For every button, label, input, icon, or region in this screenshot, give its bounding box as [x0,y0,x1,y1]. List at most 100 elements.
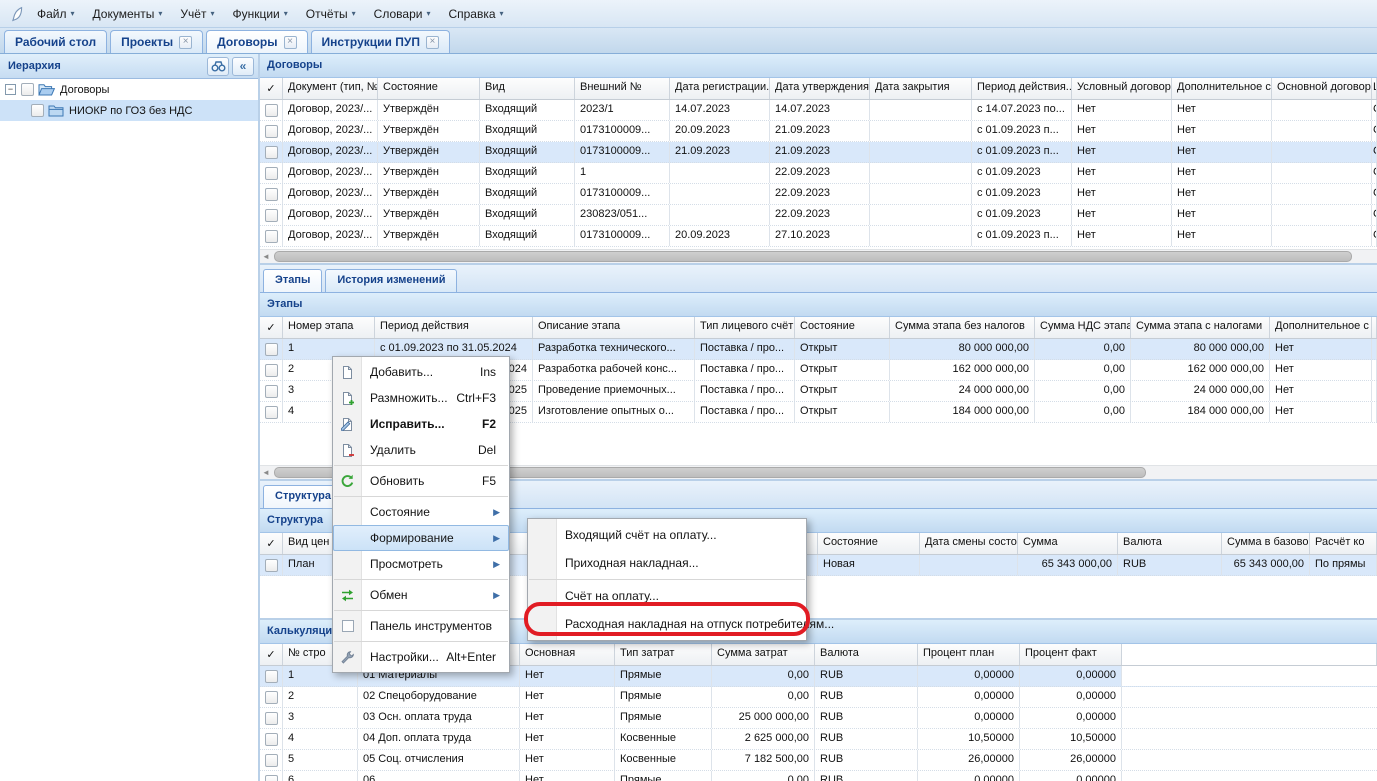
scroll-thumb[interactable] [274,251,1352,262]
column-header[interactable]: Тип лицевого счёт [695,317,795,338]
menu-item-state[interactable]: Состояние▶ [333,499,509,525]
menu-item-view[interactable]: Просмотреть▶ [333,551,509,577]
table-row[interactable]: 303 Осн. оплата трудаНетПрямые25 000 000… [260,708,1377,729]
column-header[interactable]: Внешний № [575,78,670,99]
column-header[interactable]: Сумма этапа с налогами [1131,317,1270,338]
column-header[interactable]: Дата закрытия [870,78,972,99]
column-header[interactable]: Сумма затрат [712,644,815,665]
menubar-item[interactable]: Словари▾ [365,3,440,25]
menu-item-toolbar-panel[interactable]: Панель инструментов [333,613,509,639]
column-header[interactable]: Сумма НДС этапа [1035,317,1131,338]
table-row[interactable]: Договор, 2023/...УтверждёнВходящий122.09… [260,163,1377,184]
section-tab[interactable]: Этапы [263,269,322,292]
table-row[interactable]: 202 СпецоборудованиеНетПрямые0,00RUB0,00… [260,687,1377,708]
menu-item-refresh[interactable]: ОбновитьF5 [333,468,509,494]
table-row[interactable]: Договор, 2023/...УтверждёнВходящий017310… [260,184,1377,205]
column-header[interactable]: Основная [520,644,615,665]
quill-app-icon[interactable] [6,6,28,22]
row-checkbox[interactable] [265,733,278,746]
column-header[interactable]: Вид [480,78,575,99]
column-header[interactable]: Валюта [815,644,918,665]
row-checkbox[interactable] [265,775,278,781]
table-row[interactable]: 404 Доп. оплата трудаНетКосвенные2 625 0… [260,729,1377,750]
column-header[interactable]: Документ (тип, № [283,78,378,99]
menu-item-delete[interactable]: УдалитьDel [333,437,509,463]
column-header[interactable]: Состояние [818,533,920,554]
close-tab-icon[interactable]: × [426,36,439,49]
tree-node[interactable]: −Договоры [0,79,258,100]
column-header[interactable]: Описание этапа [533,317,695,338]
workspace-tab[interactable]: Проекты× [110,30,203,53]
column-header[interactable] [1122,644,1377,665]
workspace-tab[interactable]: Рабочий стол [4,30,107,53]
column-header[interactable]: Расчёт ко [1310,533,1377,554]
row-checkbox[interactable] [265,146,278,159]
scroll-left-icon[interactable]: ◄ [262,250,270,263]
close-tab-icon[interactable]: × [179,36,192,49]
menu-item-edit[interactable]: Исправить...F2 [333,411,509,437]
menubar-item[interactable]: Файл▾ [28,3,84,25]
row-checkbox[interactable] [265,712,278,725]
column-header[interactable]: Сумма этапа без налогов [890,317,1035,338]
workspace-tab[interactable]: Инструкции ПУП× [311,30,450,53]
menubar-item[interactable]: Учёт▾ [171,3,223,25]
column-header[interactable]: Период действия [375,317,533,338]
row-checkbox[interactable] [265,754,278,767]
column-header[interactable]: Сумма [1018,533,1118,554]
column-header[interactable]: Период действия.. [972,78,1072,99]
column-header[interactable]: Тип затрат [615,644,712,665]
row-checkbox[interactable] [265,104,278,117]
menu-item-settings[interactable]: Настройки...Alt+Enter [333,644,509,670]
close-tab-icon[interactable]: × [284,36,297,49]
column-header[interactable]: Состояние [378,78,480,99]
column-header[interactable] [1372,317,1377,338]
menubar-item[interactable]: Отчёты▾ [297,3,365,25]
menu-item-duplicate[interactable]: Размножить...Ctrl+F3 [333,385,509,411]
table-row[interactable]: 606НетПрямые0,00RUB0,000000,00000 [260,771,1377,781]
node-checkbox[interactable] [31,104,44,117]
row-checkbox[interactable] [265,691,278,704]
menu-item-add[interactable]: Добавить...Ins [333,359,509,385]
menu-item-formation[interactable]: Формирование▶ [333,525,509,551]
tree-node[interactable]: НИОКР по ГОЗ без НДС [0,100,258,121]
row-checkbox[interactable] [265,230,278,243]
node-checkbox[interactable] [21,83,34,96]
column-header[interactable]: Дополнительное с [1172,78,1272,99]
column-header[interactable]: Дата смены состоя [920,533,1018,554]
column-header[interactable]: Дата утверждения [770,78,870,99]
contracts-hscrollbar[interactable]: ◄ [260,249,1377,263]
row-checkbox[interactable] [265,364,278,377]
menubar-item[interactable]: Справка▾ [439,3,512,25]
column-header[interactable]: Процент факт [1020,644,1122,665]
table-row[interactable]: Договор, 2023/...УтверждёнВходящий017310… [260,226,1377,247]
column-header[interactable]: Валюта [1118,533,1222,554]
row-checkbox[interactable] [265,670,278,683]
column-header[interactable]: Условный договор [1072,78,1172,99]
row-checkbox[interactable] [265,406,278,419]
column-header[interactable]: Ц [1372,78,1377,99]
collapse-node-icon[interactable]: − [5,84,16,95]
search-button[interactable] [207,57,229,76]
menu-item-exchange[interactable]: Обмен▶ [333,582,509,608]
workspace-tab[interactable]: Договоры× [206,30,307,53]
submenu-item-invoice[interactable]: Счёт на оплату... [528,582,806,610]
table-row[interactable]: Договор, 2023/...УтверждёнВходящий017310… [260,121,1377,142]
table-row[interactable]: Договор, 2023/...УтверждёнВходящий017310… [260,142,1377,163]
table-row[interactable]: Договор, 2023/...УтверждёнВходящий230823… [260,205,1377,226]
row-checkbox[interactable] [265,385,278,398]
submenu-item-receipt-note[interactable]: Приходная накладная... [528,549,806,577]
column-header[interactable]: Состояние [795,317,890,338]
row-checkbox[interactable] [265,125,278,138]
column-header[interactable]: Номер этапа [283,317,375,338]
menubar-item[interactable]: Функции▾ [223,3,296,25]
column-header[interactable]: Процент план [918,644,1020,665]
scroll-left-icon[interactable]: ◄ [262,466,270,479]
column-header[interactable]: Дополнительное с [1270,317,1372,338]
menubar-item[interactable]: Документы▾ [84,3,172,25]
collapse-panel-button[interactable]: « [232,57,254,76]
submenu-item-outgoing-delivery-note[interactable]: Расходная накладная на отпуск потребител… [528,610,806,638]
row-checkbox[interactable] [265,188,278,201]
column-header[interactable]: Сумма в базовой в [1222,533,1310,554]
row-checkbox[interactable] [265,209,278,222]
column-header[interactable]: Основной договор [1272,78,1372,99]
